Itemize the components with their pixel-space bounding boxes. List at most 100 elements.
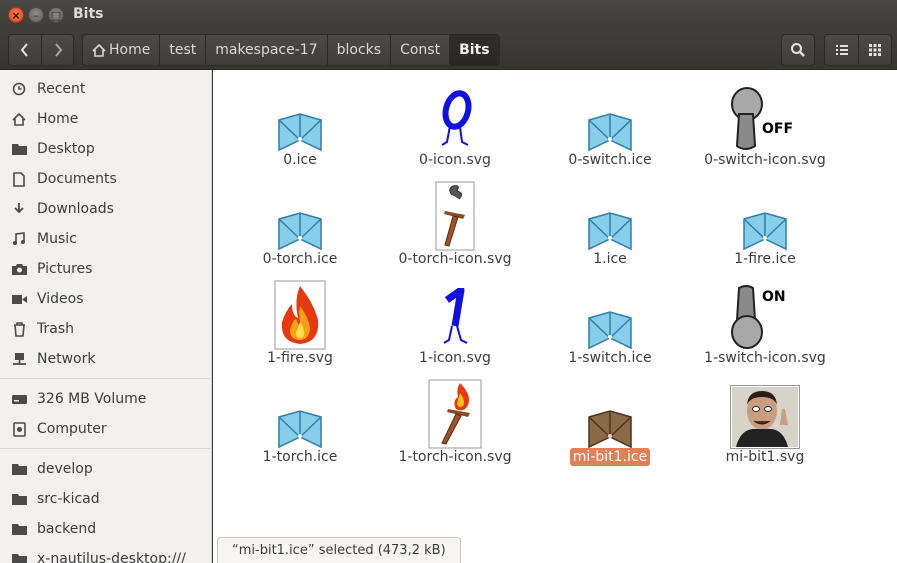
folder-icon [10, 140, 28, 158]
sidebar-item-label: Desktop [37, 141, 95, 157]
sidebar-item-network[interactable]: Network [0, 344, 211, 374]
breadcrumb-const[interactable]: Const [390, 35, 449, 65]
zero-digit-icon [420, 80, 490, 152]
ice-block-icon [730, 179, 800, 251]
forward-button[interactable] [41, 35, 73, 65]
one-digit-icon [420, 278, 490, 350]
breadcrumb-label: Home [109, 42, 151, 58]
file-item-0-torch-ice[interactable]: 0-torch.ice [225, 177, 375, 273]
ice-block-icon [575, 179, 645, 251]
switch-on-icon: ON [710, 278, 820, 350]
file-name: 1-switch-icon.svg [704, 350, 826, 366]
smoking-torch-icon [420, 179, 490, 251]
file-name: 1-torch.ice [262, 449, 338, 465]
minimize-window-button[interactable]: – [28, 7, 44, 23]
breadcrumb-bits[interactable]: Bits [449, 35, 499, 65]
sidebar-item-documents[interactable]: Documents [0, 164, 211, 194]
sidebar-item-src-kicad[interactable]: src-kicad [0, 484, 211, 514]
sidebar-item-home[interactable]: Home [0, 104, 211, 134]
title-bar: × – □ Bits [0, 0, 897, 30]
file-name: 1-switch.ice [568, 350, 652, 366]
folder-icon [10, 550, 28, 563]
clock-icon [10, 80, 28, 98]
document-icon [10, 170, 28, 188]
sidebar-item-label: Documents [37, 171, 117, 187]
file-item-1-fire-ice[interactable]: 1-fire.ice [690, 177, 840, 273]
file-item-mi-bit1-svg[interactable]: mi-bit1.svg [690, 375, 840, 471]
history-nav [8, 34, 74, 66]
selection-status: “mi-bit1.ice” selected (473,2 kB) [217, 537, 461, 563]
sidebar-item-volume[interactable]: 326 MB Volume [0, 384, 211, 414]
sidebar-item-develop[interactable]: develop [0, 454, 211, 484]
breadcrumb-makespace-17[interactable]: makespace-17 [205, 35, 326, 65]
folder-icon [10, 460, 28, 478]
sidebar-item-backend[interactable]: backend [0, 514, 211, 544]
sidebar: Recent Home Desktop Documents Downloads … [0, 70, 212, 563]
home-icon [92, 43, 106, 57]
breadcrumb-test[interactable]: test [159, 35, 205, 65]
folder-icon [10, 520, 28, 538]
file-item-1-ice[interactable]: 1.ice [535, 177, 685, 273]
sidebar-item-music[interactable]: Music [0, 224, 211, 254]
file-name: 1-fire.ice [734, 251, 796, 267]
switch-off-icon: OFF [710, 80, 820, 152]
ice-block-brown-icon [575, 377, 645, 449]
fire-icon [265, 278, 335, 350]
back-button[interactable] [9, 35, 41, 65]
file-item-1-switch-icon-svg[interactable]: ON 1-switch-icon.svg [690, 276, 840, 372]
grid-view-button[interactable] [858, 35, 891, 65]
ice-block-icon [265, 179, 335, 251]
file-item-1-torch-icon-svg[interactable]: 1-torch-icon.svg [380, 375, 530, 471]
sidebar-item-trash[interactable]: Trash [0, 314, 211, 344]
file-item-mi-bit1-ice[interactable]: mi-bit1.ice [535, 375, 685, 471]
search-icon [791, 43, 805, 57]
file-item-0-switch-ice[interactable]: 0-switch.ice [535, 78, 685, 174]
sidebar-item-label: x-nautilus-desktop:/// [37, 551, 186, 563]
close-window-button[interactable]: × [8, 7, 24, 23]
breadcrumb-home[interactable]: Home [83, 35, 159, 65]
file-name: 0-torch-icon.svg [398, 251, 512, 267]
view-switcher [824, 34, 892, 66]
ice-block-icon [265, 377, 335, 449]
file-item-1-icon-svg[interactable]: 1-icon.svg [380, 276, 530, 372]
video-icon [10, 290, 28, 308]
maximize-window-button[interactable]: □ [48, 7, 64, 23]
file-item-1-switch-ice[interactable]: 1-switch.ice [535, 276, 685, 372]
sidebar-separator [0, 378, 211, 379]
sidebar-item-downloads[interactable]: Downloads [0, 194, 211, 224]
sidebar-item-videos[interactable]: Videos [0, 284, 211, 314]
file-name: 0.ice [283, 152, 317, 168]
search-button[interactable] [781, 34, 815, 66]
file-name: 0-torch.ice [262, 251, 338, 267]
sidebar-item-desktop[interactable]: Desktop [0, 134, 211, 164]
sidebar-item-label: Videos [37, 291, 84, 307]
file-item-0-icon-svg[interactable]: 0-icon.svg [380, 78, 530, 174]
sidebar-item-label: Trash [37, 321, 74, 337]
file-item-0-ice[interactable]: 0.ice [225, 78, 375, 174]
sidebar-item-nautilus-desktop[interactable]: x-nautilus-desktop:/// [0, 544, 211, 563]
file-name: 1-fire.svg [267, 350, 333, 366]
sidebar-item-label: Downloads [37, 201, 114, 217]
file-name: 0-switch.ice [568, 152, 652, 168]
sidebar-item-label: src-kicad [37, 491, 100, 507]
sidebar-item-label: Recent [37, 81, 86, 97]
list-view-button[interactable] [825, 35, 858, 65]
file-name: 0-icon.svg [419, 152, 491, 168]
photo-thumbnail-icon [730, 377, 800, 449]
breadcrumb-blocks[interactable]: blocks [326, 35, 390, 65]
network-icon [10, 350, 28, 368]
sidebar-item-recent[interactable]: Recent [0, 74, 211, 104]
sidebar-item-computer[interactable]: Computer [0, 414, 211, 444]
file-item-1-torch-ice[interactable]: 1-torch.ice [225, 375, 375, 471]
sidebar-item-pictures[interactable]: Pictures [0, 254, 211, 284]
music-icon [10, 230, 28, 248]
window-title: Bits [73, 6, 104, 22]
ice-block-icon [575, 80, 645, 152]
switch-caption: ON [762, 289, 786, 305]
file-item-0-switch-icon-svg[interactable]: OFF 0-switch-icon.svg [690, 78, 840, 174]
sidebar-separator [0, 448, 211, 449]
file-item-0-torch-icon-svg[interactable]: 0-torch-icon.svg [380, 177, 530, 273]
file-item-1-fire-svg[interactable]: 1-fire.svg [225, 276, 375, 372]
file-name: mi-bit1.svg [725, 449, 805, 465]
sidebar-item-label: Home [37, 111, 79, 127]
